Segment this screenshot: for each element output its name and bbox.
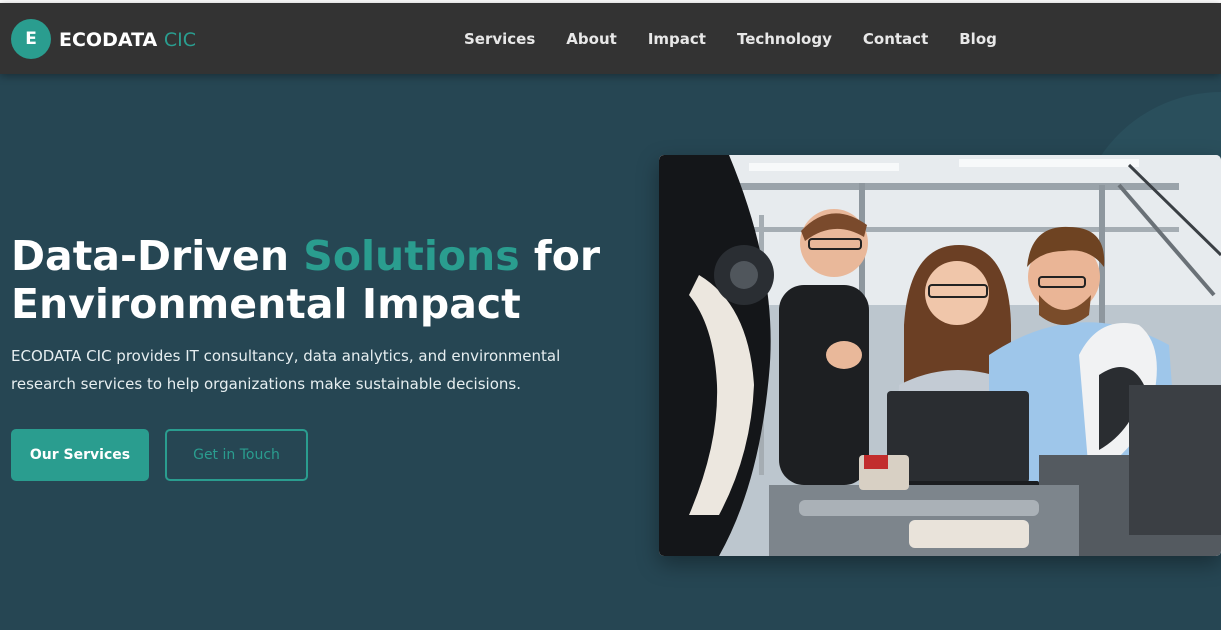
nav-blog[interactable]: Blog [959,30,997,48]
nav-technology[interactable]: Technology [737,30,832,48]
hero-photo [659,155,1221,556]
main-nav: Services About Impact Technology Contact… [464,3,1028,74]
hero-title-accent: Solutions [303,232,520,280]
navbar: E ECODATA CIC Services About Impact Tech… [0,3,1221,74]
hero-description: ECODATA CIC provides IT consultancy, dat… [11,347,561,393]
nav-impact[interactable]: Impact [648,30,706,48]
nav-about[interactable]: About [566,30,617,48]
nav-services[interactable]: Services [464,30,535,48]
hero-title: Data-Driven Solutions for Environmental … [11,232,651,328]
nav-contact[interactable]: Contact [863,30,928,48]
brand-name[interactable]: ECODATA CIC [59,28,196,52]
logo-badge[interactable]: E [11,19,51,59]
page: E ECODATA CIC Services About Impact Tech… [0,0,1221,630]
brand-main: ECODATA [59,29,158,51]
get-in-touch-button[interactable]: Get in Touch [165,429,308,481]
hero-section: Data-Driven Solutions for Environmental … [0,74,1221,630]
hero-title-part1: Data-Driven [11,232,304,280]
our-services-button[interactable]: Our Services [11,429,149,481]
brand-accent: CIC [163,29,197,51]
hero-photo-illustration [659,155,1221,556]
